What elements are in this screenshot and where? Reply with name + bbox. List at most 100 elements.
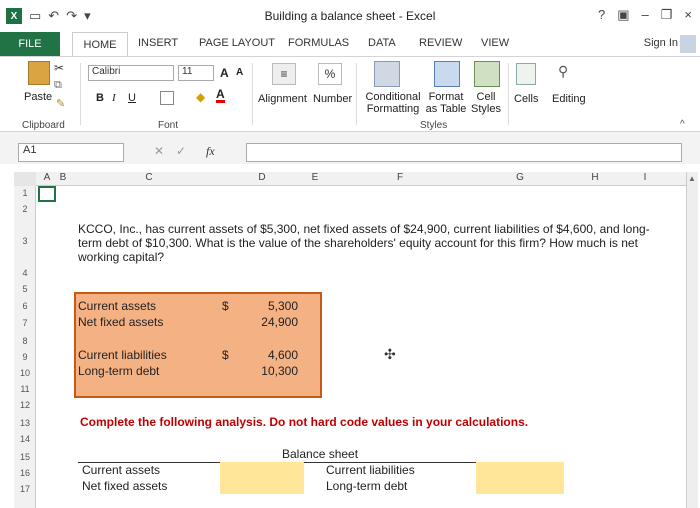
tab-data[interactable]: DATA bbox=[368, 37, 396, 49]
copy-icon[interactable]: ⧉ bbox=[54, 79, 62, 92]
current-assets-label: Current assets bbox=[78, 299, 157, 313]
window-controls: ? ▣ – ❐ × bbox=[598, 7, 692, 23]
row-header[interactable]: 9 bbox=[14, 352, 36, 362]
input-cell-liabilities[interactable] bbox=[476, 462, 564, 494]
row-header[interactable]: 14 bbox=[14, 434, 36, 444]
question-text: KCCO, Inc., has current assets of $5,300… bbox=[78, 222, 650, 264]
long-term-debt-label: Long-term debt bbox=[78, 364, 160, 378]
tab-home[interactable]: HOME bbox=[72, 32, 128, 57]
alignment-button[interactable]: Alignment bbox=[258, 93, 307, 105]
grow-font-button[interactable]: A bbox=[220, 66, 229, 80]
tab-formulas[interactable]: FORMULAS bbox=[288, 37, 349, 49]
column-header-i[interactable]: I bbox=[620, 172, 670, 186]
alignment-icon[interactable]: ≡ bbox=[272, 63, 296, 85]
long-term-debt-value[interactable]: 10,300 bbox=[240, 364, 298, 378]
font-name-select[interactable]: Calibri bbox=[88, 65, 174, 81]
worksheet-grid[interactable]: A B C D E F G H I 1 2 3 4 5 6 7 8 9 10 1… bbox=[0, 164, 700, 508]
row-header[interactable]: 3 bbox=[14, 236, 36, 246]
cells-icon[interactable] bbox=[516, 63, 536, 85]
row-header[interactable]: 10 bbox=[14, 368, 36, 378]
format-painter-icon[interactable]: ✎ bbox=[56, 97, 65, 110]
tab-review[interactable]: REVIEW bbox=[419, 37, 462, 49]
separator bbox=[252, 63, 253, 125]
restore-icon[interactable]: ❐ bbox=[661, 7, 673, 23]
conditional-formatting-icon[interactable] bbox=[374, 61, 400, 87]
underline-button[interactable]: U bbox=[128, 92, 136, 104]
cell-styles-button[interactable]: Cell Styles bbox=[468, 91, 504, 115]
cells-button[interactable]: Cells bbox=[514, 93, 538, 105]
close-button[interactable]: × bbox=[684, 7, 692, 23]
row-header[interactable]: 15 bbox=[14, 452, 36, 462]
cancel-icon[interactable]: ✕ bbox=[154, 144, 164, 158]
scroll-up-icon[interactable]: ▲ bbox=[688, 174, 696, 183]
fill-color-icon[interactable]: ◆ bbox=[196, 90, 205, 104]
row-header[interactable]: 2 bbox=[14, 204, 36, 214]
tab-insert[interactable]: INSERT bbox=[138, 37, 178, 49]
vertical-scrollbar[interactable] bbox=[686, 172, 698, 508]
format-as-table-icon[interactable] bbox=[434, 61, 460, 87]
editing-button[interactable]: Editing bbox=[552, 93, 586, 105]
cell-styles-icon[interactable] bbox=[474, 61, 500, 87]
row-header[interactable]: 8 bbox=[14, 336, 36, 346]
current-liabilities-value[interactable]: 4,600 bbox=[240, 348, 298, 362]
column-header-g[interactable]: G bbox=[470, 172, 570, 186]
conditional-formatting-button[interactable]: Conditional Formatting bbox=[362, 91, 424, 115]
enter-icon[interactable]: ✓ bbox=[176, 144, 186, 158]
format-as-table-button[interactable]: Format as Table bbox=[424, 91, 468, 115]
tab-file[interactable]: FILE bbox=[0, 32, 60, 56]
row-header[interactable]: 1 bbox=[14, 188, 36, 198]
tab-view[interactable]: VIEW bbox=[481, 37, 509, 49]
row-header[interactable]: 11 bbox=[14, 384, 36, 394]
collapse-ribbon-icon[interactable]: ^ bbox=[680, 119, 685, 130]
column-header-a[interactable]: A bbox=[40, 172, 54, 186]
font-size-select[interactable]: 11 bbox=[178, 65, 214, 81]
italic-button[interactable]: I bbox=[112, 92, 116, 104]
paste-icon[interactable] bbox=[28, 61, 50, 85]
percent-icon[interactable]: % bbox=[318, 63, 342, 85]
bs-long-term-debt-label: Long-term debt bbox=[326, 479, 408, 493]
row-header[interactable]: 16 bbox=[14, 468, 36, 478]
binoculars-icon[interactable]: ⚲ bbox=[558, 63, 568, 80]
column-header-e[interactable]: E bbox=[300, 172, 330, 186]
shrink-font-button[interactable]: A bbox=[236, 67, 243, 78]
row-header[interactable]: 7 bbox=[14, 318, 36, 328]
row-header[interactable]: 17 bbox=[14, 484, 36, 494]
paste-button[interactable]: Paste bbox=[24, 91, 52, 103]
cut-icon[interactable]: ✂ bbox=[54, 61, 64, 75]
row-header[interactable]: 5 bbox=[14, 284, 36, 294]
row-header[interactable]: 13 bbox=[14, 418, 36, 428]
minimize-button[interactable]: – bbox=[642, 7, 649, 23]
current-assets-value[interactable]: 5,300 bbox=[240, 299, 298, 313]
bs-net-fixed-assets-label: Net fixed assets bbox=[82, 479, 168, 493]
column-header-f[interactable]: F bbox=[330, 172, 470, 186]
sign-in-link[interactable]: Sign In bbox=[644, 37, 678, 49]
bold-button[interactable]: B bbox=[96, 92, 104, 104]
column-header-b[interactable]: B bbox=[56, 172, 70, 186]
borders-icon[interactable] bbox=[160, 91, 174, 105]
select-all-corner[interactable] bbox=[14, 172, 36, 186]
ribbon-display-icon[interactable]: ▣ bbox=[617, 7, 629, 23]
insert-function-icon[interactable]: fx bbox=[206, 144, 215, 159]
row-header[interactable]: 6 bbox=[14, 301, 36, 311]
column-header-h[interactable]: H bbox=[570, 172, 620, 186]
window-title: Building a balance sheet - Excel bbox=[264, 9, 436, 23]
column-header-d[interactable]: D bbox=[224, 172, 300, 186]
avatar[interactable] bbox=[680, 35, 696, 53]
group-label-font: Font bbox=[158, 120, 179, 131]
net-fixed-assets-value[interactable]: 24,900 bbox=[240, 315, 298, 329]
tab-page-layout[interactable]: PAGE LAYOUT bbox=[199, 37, 275, 49]
row-header[interactable]: 4 bbox=[14, 268, 36, 278]
currency-symbol: $ bbox=[222, 348, 229, 362]
number-button[interactable]: Number bbox=[313, 93, 352, 105]
column-header-c[interactable]: C bbox=[74, 172, 224, 186]
help-button[interactable]: ? bbox=[598, 7, 605, 23]
group-label-clipboard: Clipboard bbox=[22, 120, 65, 131]
input-cell-assets[interactable] bbox=[220, 462, 304, 494]
name-box[interactable]: A1 bbox=[18, 143, 124, 162]
font-color-icon[interactable]: A bbox=[216, 88, 225, 103]
row-header[interactable]: 12 bbox=[14, 400, 36, 410]
formula-input[interactable] bbox=[246, 143, 682, 162]
selected-cell-a1[interactable] bbox=[38, 186, 56, 202]
separator bbox=[356, 63, 357, 125]
formula-bar: A1 ✕ ✓ fx bbox=[0, 132, 700, 164]
